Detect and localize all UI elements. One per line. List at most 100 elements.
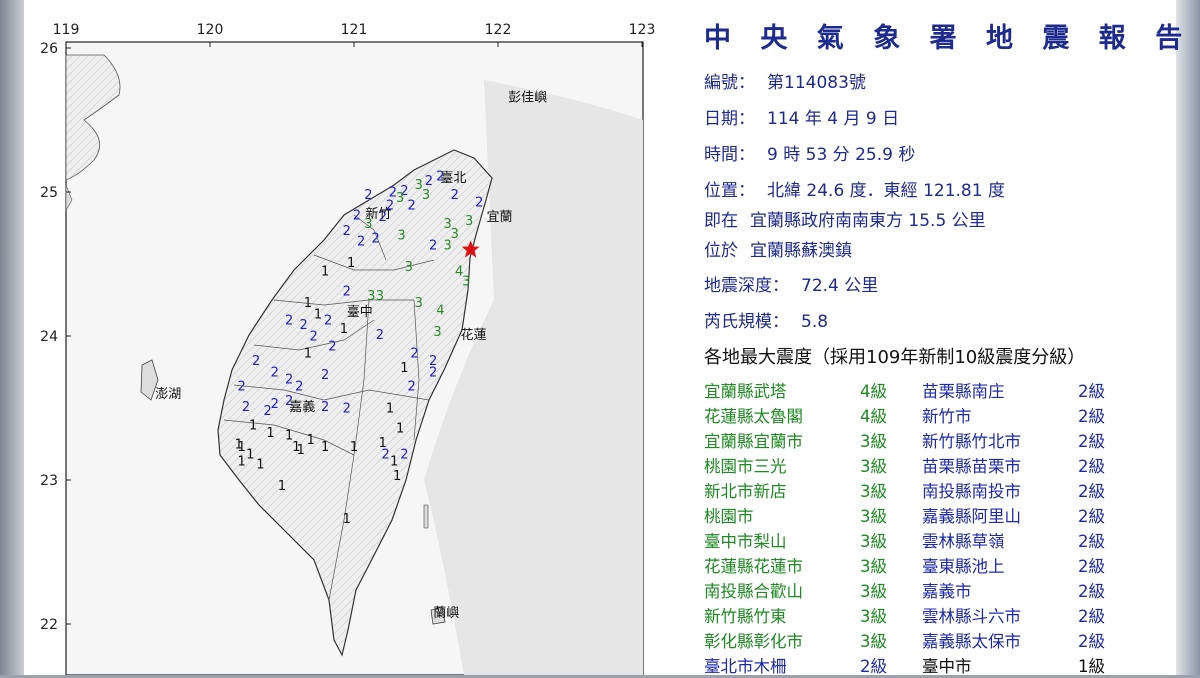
intensity-level: 3級 (860, 532, 887, 551)
intensity-marker: 1 (321, 265, 329, 280)
date-label: 日期： (704, 109, 755, 129)
intensity-marker: 2 (238, 380, 246, 395)
magnitude-line: 芮氏規模： 5.8 (704, 307, 828, 332)
intensity-marker: 3 (415, 296, 423, 311)
station-name: 雲林縣斗六市 (922, 607, 1021, 626)
station-name: 彰化縣彰化市 (704, 632, 803, 651)
station-name: 花蓮縣花蓮市 (704, 557, 803, 576)
lat-tick-label: 22 (40, 617, 58, 633)
intensity-marker: 2 (285, 373, 293, 388)
intensity-level: 2級 (1078, 632, 1105, 651)
time-label: 時間： (704, 145, 755, 165)
intensity-row: 新竹縣竹東 3級 雲林縣斗六市 2級 (704, 603, 1199, 628)
intensity-marker: 2 (407, 380, 415, 395)
intensity-row: 新北市新店 3級 南投縣南投市 2級 (704, 478, 1199, 503)
place-label: 蘭嶼 (433, 605, 459, 621)
located-value: 宜蘭縣蘇澳鎮 (750, 241, 852, 261)
intensity-marker: 1 (340, 322, 348, 337)
intensity-row: 桃園市三光 3級 苗栗縣苗栗市 2級 (704, 453, 1199, 478)
place-label: 彭佳嶼 (508, 90, 547, 105)
intensity-marker: 1 (343, 512, 351, 527)
location-label: 位置： (704, 181, 755, 201)
intensity-row: 臺中市梨山 3級 雲林縣草嶺 2級 (704, 528, 1199, 553)
intensity-marker: 1 (304, 296, 312, 311)
intensity-level: 1級 (1078, 657, 1105, 676)
intensity-marker: 3 (367, 289, 375, 304)
lon-tick-label: 122 (485, 22, 512, 38)
intensity-row: 宜蘭縣宜蘭市 3級 新竹縣竹北市 2級 (704, 428, 1199, 453)
intensity-marker: 2 (425, 174, 433, 189)
magnitude-value: 5.8 (801, 312, 829, 332)
located-prefix: 位於 (704, 241, 738, 261)
intensity-level: 3級 (860, 457, 887, 476)
intensity-row: 臺北市木柵 2級 臺中市 1級 (704, 653, 1199, 678)
intensity-row: 桃園市 3級 嘉義縣阿里山 2級 (704, 503, 1199, 528)
location-line: 位置： 北緯 24.6 度．東經 121.81 度 (704, 176, 1005, 201)
intensity-marker: 2 (295, 380, 303, 395)
intensity-level: 3級 (860, 582, 887, 601)
station-name: 桃園市 (704, 507, 754, 526)
station-name: 嘉義縣太保市 (922, 632, 1021, 651)
station-name: 新北市新店 (704, 482, 787, 501)
intensity-level: 2級 (1078, 532, 1105, 551)
intensity-marker: 1 (304, 347, 312, 362)
intensity-row: 花蓮縣太魯閣 4級 新竹市 2級 (704, 403, 1199, 428)
intensity-marker: 2 (451, 188, 459, 203)
intensity-level: 2級 (1078, 382, 1105, 401)
located-line: 位於 宜蘭縣蘇澳鎮 (704, 236, 852, 261)
intensity-marker: 2 (263, 404, 271, 419)
intensity-marker: 2 (382, 447, 390, 462)
station-name: 臺北市木柵 (704, 657, 787, 676)
intensity-marker: 2 (299, 318, 307, 333)
intensity-marker: 1 (307, 433, 315, 448)
relative-prefix: 即在 (704, 211, 738, 231)
intensity-marker: 1 (278, 479, 286, 494)
report-panel: 中 央 氣 象 署 地 震 報 告 編號： 第114083號 日期： 114 年 4… (704, 0, 1199, 678)
intensity-level: 3級 (860, 632, 887, 651)
intensity-marker: 1 (347, 256, 355, 271)
intensity-marker: 1 (246, 447, 254, 462)
intensity-marker: 3 (396, 191, 404, 206)
intensity-marker: 2 (364, 188, 372, 203)
intensity-marker: 2 (343, 401, 351, 416)
intensity-marker: 1 (390, 455, 398, 470)
background-blur-left (0, 0, 24, 675)
date-value: 114 年 4 月 9 日 (767, 109, 900, 129)
intensity-level: 2級 (1078, 482, 1105, 501)
station-name: 南投縣南投市 (922, 482, 1021, 501)
time-line: 時間： 9 時 53 分 25.9 秒 (704, 140, 915, 165)
intensity-marker: 3 (376, 289, 384, 304)
intensity-marker: 1 (238, 455, 246, 470)
time-value: 9 時 53 分 25.9 秒 (767, 145, 916, 165)
intensity-marker: 2 (410, 347, 418, 362)
lon-tick-label: 119 (53, 22, 80, 38)
place-label: 宜蘭 (486, 209, 512, 225)
intensity-marker: 1 (396, 421, 404, 436)
station-name: 嘉義縣阿里山 (922, 507, 1021, 526)
station-name: 臺東縣池上 (922, 557, 1005, 576)
intensity-marker: 2 (343, 285, 351, 300)
intensity-marker: 2 (271, 365, 279, 380)
intensity-marker: 3 (465, 214, 473, 229)
intensity-marker: 2 (429, 239, 437, 254)
intensity-marker: 3 (451, 227, 459, 242)
place-label: 澎湖 (155, 387, 181, 402)
station-name: 臺中市梨山 (704, 532, 787, 551)
location-value: 北緯 24.6 度．東經 121.81 度 (767, 181, 1005, 201)
intensity-row: 南投縣合歡山 3級 嘉義市 2級 (704, 578, 1199, 603)
intensity-marker: 1 (350, 440, 358, 455)
intensity-marker: 1 (249, 419, 257, 434)
intensity-marker: 2 (376, 328, 384, 343)
relative-line: 即在 宜蘭縣政府南南東方 15.5 公里 (704, 206, 986, 231)
intensity-marker: 2 (357, 234, 365, 249)
intensity-marker: 2 (321, 368, 329, 383)
report-title: 中 央 氣 象 署 地 震 報 告 (704, 23, 1193, 54)
intensity-marker: 4 (436, 303, 444, 318)
place-label: 臺北 (440, 171, 466, 186)
intensity-level: 3級 (860, 507, 887, 526)
intensity-marker: 3 (422, 188, 430, 203)
relative-value: 宜蘭縣政府南南東方 15.5 公里 (750, 211, 986, 231)
intensity-row: 花蓮縣花蓮市 3級 臺東縣池上 2級 (704, 553, 1199, 578)
intensity-marker: 1 (238, 440, 246, 455)
ludao-island (423, 504, 429, 529)
